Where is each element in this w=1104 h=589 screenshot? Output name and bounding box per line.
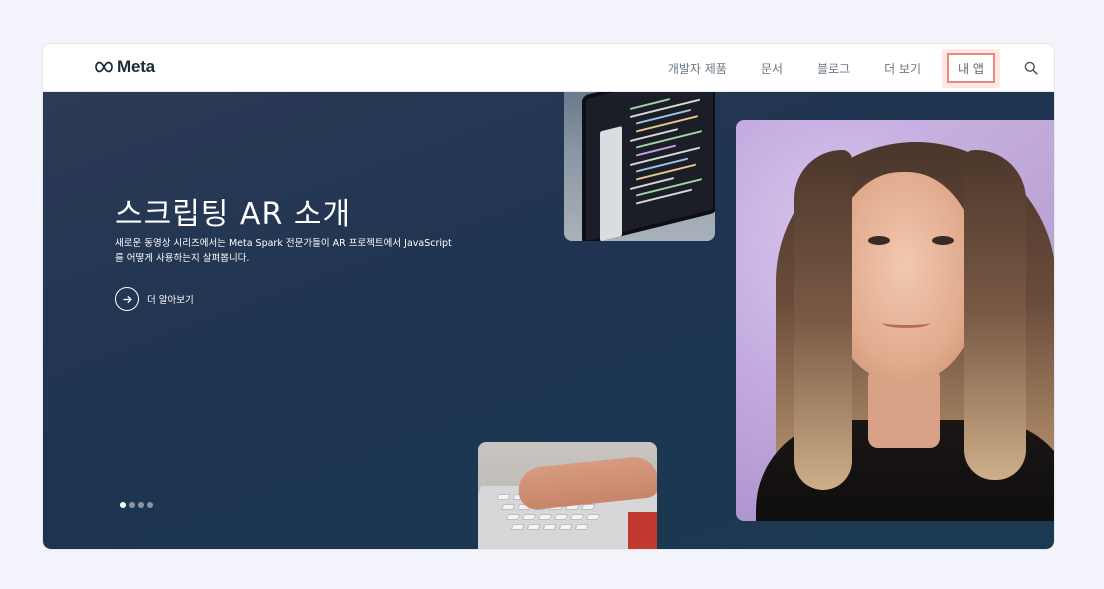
meta-infinity-icon	[95, 61, 113, 73]
learn-more-label: 더 알아보기	[147, 295, 194, 306]
my-apps-label: 내 앱	[958, 61, 984, 76]
nav-item-more[interactable]: 더 보기	[867, 60, 938, 77]
my-apps-highlight: 내 앱	[942, 48, 1000, 88]
laptop-code-photo	[564, 92, 715, 241]
carousel-dot-2[interactable]	[129, 502, 135, 508]
presenter-photo	[736, 120, 1054, 521]
top-navigation: Meta 개발자 제품 문서 블로그 더 보기 내 앱	[43, 44, 1054, 92]
learn-more-link[interactable]: 더 알아보기	[115, 287, 194, 311]
search-button[interactable]	[1008, 44, 1054, 92]
hero-description: 새로운 동영상 시리즈에서는 Meta Spark 전문가들이 AR 프로젝트에…	[115, 238, 452, 264]
meta-logo[interactable]: Meta	[93, 57, 155, 77]
keyboard-typing-photo	[478, 442, 657, 549]
nav-item-docs[interactable]: 문서	[744, 60, 800, 77]
arrow-right-icon	[115, 287, 139, 311]
logo-text: Meta	[117, 57, 155, 76]
carousel-dot-3[interactable]	[138, 502, 144, 508]
hair-left	[794, 150, 852, 490]
browser-frame: Meta 개발자 제품 문서 블로그 더 보기 내 앱 스크립팅 AR 소개 새…	[43, 44, 1054, 549]
carousel-indicator	[120, 502, 153, 508]
right-eye	[932, 236, 954, 245]
laptop-sidebar	[600, 126, 622, 241]
sleeve	[628, 512, 657, 549]
carousel-dot-1[interactable]	[120, 502, 126, 508]
my-apps-button[interactable]: 내 앱	[947, 53, 995, 83]
nav-item-blog[interactable]: 블로그	[800, 60, 867, 77]
hero-title: 스크립팅 AR 소개	[115, 197, 352, 232]
hero-banner: 스크립팅 AR 소개 새로운 동영상 시리즈에서는 Meta Spark 전문가…	[43, 92, 1054, 549]
smile	[882, 318, 930, 328]
nav-item-developer-products[interactable]: 개발자 제품	[651, 60, 744, 77]
search-icon	[1024, 61, 1038, 75]
hair-right	[964, 150, 1026, 480]
nav-menu: 개발자 제품 문서 블로그 더 보기 내 앱	[651, 44, 1054, 92]
laptop-screen	[582, 92, 715, 241]
carousel-dot-4[interactable]	[147, 502, 153, 508]
left-eye	[868, 236, 890, 245]
